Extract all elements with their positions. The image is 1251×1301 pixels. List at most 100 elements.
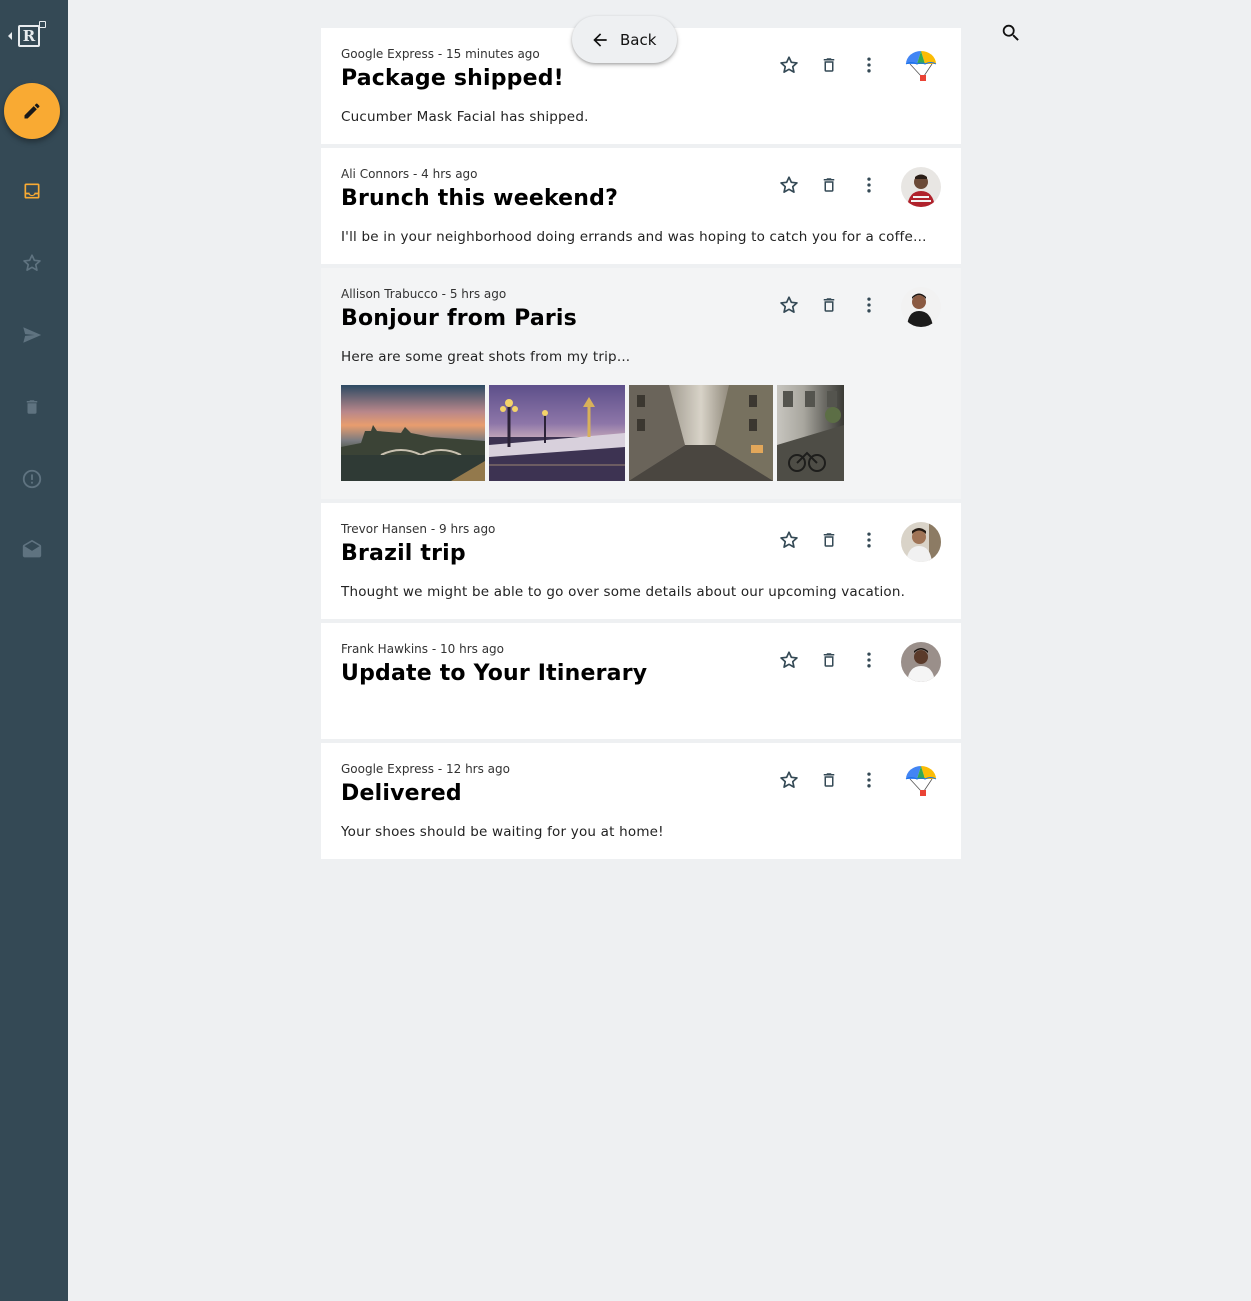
person-avatar-icon xyxy=(901,167,941,207)
email-sender: Ali Connors xyxy=(341,167,410,181)
more-options-button[interactable] xyxy=(857,173,881,197)
photo-gallery xyxy=(341,385,941,481)
photo-thumbnail[interactable] xyxy=(777,385,844,481)
more-options-button[interactable] xyxy=(857,528,881,552)
photo-thumbnail[interactable] xyxy=(629,385,773,481)
person-avatar-icon xyxy=(901,522,941,562)
star-button[interactable] xyxy=(777,53,801,77)
logo-icon: R xyxy=(18,21,46,47)
email-preview: I'll be in your neighborhood doing erran… xyxy=(341,229,931,245)
star-button[interactable] xyxy=(777,648,801,672)
star-button[interactable] xyxy=(777,293,801,317)
email-preview: Cucumber Mask Facial has shipped. xyxy=(341,109,589,125)
person-avatar-icon xyxy=(901,642,941,682)
more-vertical-icon xyxy=(867,297,871,313)
email-item[interactable]: Ali Connors - 4 hrs ago Brunch this week… xyxy=(321,148,961,264)
delete-button[interactable] xyxy=(817,53,841,77)
star-outline-icon xyxy=(780,771,798,788)
nav-item-drafts[interactable] xyxy=(16,534,48,566)
email-preview xyxy=(341,703,931,721)
more-vertical-icon xyxy=(867,177,871,193)
more-vertical-icon xyxy=(867,532,871,548)
avatar xyxy=(901,642,941,682)
photo-bridge-lamps xyxy=(489,397,625,481)
more-options-button[interactable] xyxy=(857,293,881,317)
trash-icon xyxy=(823,773,835,787)
photo-bicycle-steps xyxy=(777,391,844,481)
avatar xyxy=(901,522,941,562)
more-vertical-icon xyxy=(867,652,871,668)
star-button[interactable] xyxy=(777,768,801,792)
more-options-button[interactable] xyxy=(857,768,881,792)
search-icon xyxy=(1002,24,1019,41)
email-preview: Here are some great shots from my trip..… xyxy=(341,349,631,365)
nav-item-inbox[interactable] xyxy=(16,175,48,207)
star-outline-icon xyxy=(780,176,798,193)
photo-thumbnail[interactable] xyxy=(341,385,485,481)
email-actions xyxy=(777,53,897,77)
photo-bridge-sunset xyxy=(341,425,485,481)
email-item[interactable]: Google Express - 12 hrs ago Delivered Yo… xyxy=(321,743,961,859)
email-sender: Frank Hawkins xyxy=(341,642,429,656)
more-options-button[interactable] xyxy=(857,648,881,672)
delete-button[interactable] xyxy=(817,648,841,672)
star-outline-icon xyxy=(780,531,798,548)
email-item[interactable]: Allison Trabucco - 5 hrs ago Bonjour fro… xyxy=(321,268,961,499)
email-time: 10 hrs ago xyxy=(440,642,505,656)
email-actions xyxy=(777,528,897,552)
avatar xyxy=(901,47,941,87)
meta-separator: - xyxy=(430,522,440,536)
arrow-left-icon xyxy=(593,32,607,47)
navigation-rail: R xyxy=(0,0,68,1301)
email-list: Google Express - 15 minutes ago Package … xyxy=(321,28,961,863)
back-button[interactable]: Back xyxy=(572,16,677,63)
drafts-icon xyxy=(22,539,42,558)
star-outline-icon xyxy=(780,651,798,668)
email-actions xyxy=(777,648,897,672)
email-time: 4 hrs ago xyxy=(421,167,478,181)
app-logo-button[interactable]: R xyxy=(6,20,56,52)
email-actions xyxy=(777,768,897,792)
trash-icon xyxy=(823,298,835,312)
email-preview: Your shoes should be waiting for you at … xyxy=(341,824,664,840)
meta-separator: - xyxy=(437,47,446,61)
more-options-button[interactable] xyxy=(857,53,881,77)
meta-separator: - xyxy=(437,762,446,776)
email-item[interactable]: Frank Hawkins - 10 hrs ago Update to You… xyxy=(321,623,961,739)
email-sender: Google Express xyxy=(341,762,434,776)
meta-separator: - xyxy=(431,642,441,656)
nav-item-trash[interactable] xyxy=(16,391,48,423)
email-item[interactable]: Trevor Hansen - 9 hrs ago Brazil trip Th… xyxy=(321,503,961,619)
star-button[interactable] xyxy=(777,173,801,197)
star-outline-icon xyxy=(23,254,41,271)
nav-item-sent[interactable] xyxy=(16,319,48,351)
trash-icon xyxy=(823,653,835,667)
meta-separator: - xyxy=(441,287,450,301)
alert-circle-icon xyxy=(22,469,42,489)
email-sender: Google Express xyxy=(341,47,434,61)
email-sender: Allison Trabucco xyxy=(341,287,438,301)
send-icon xyxy=(23,327,42,343)
avatar xyxy=(901,167,941,207)
google-express-logo-icon xyxy=(901,47,941,87)
email-sender: Trevor Hansen xyxy=(341,522,428,536)
email-actions xyxy=(777,173,897,197)
delete-button[interactable] xyxy=(817,293,841,317)
trash-icon xyxy=(26,400,38,414)
more-vertical-icon xyxy=(867,57,871,73)
star-button[interactable] xyxy=(777,528,801,552)
search-button[interactable] xyxy=(996,18,1026,48)
star-outline-icon xyxy=(780,296,798,313)
trash-icon xyxy=(823,178,835,192)
compose-button[interactable] xyxy=(4,83,60,139)
nav-item-starred[interactable] xyxy=(16,247,48,279)
delete-button[interactable] xyxy=(817,173,841,197)
avatar xyxy=(901,287,941,327)
inbox-icon xyxy=(24,183,40,199)
delete-button[interactable] xyxy=(817,768,841,792)
email-time: 12 hrs ago xyxy=(445,762,510,776)
photo-thumbnail[interactable] xyxy=(489,385,625,481)
delete-button[interactable] xyxy=(817,528,841,552)
email-time: 15 minutes ago xyxy=(445,47,540,61)
nav-item-spam[interactable] xyxy=(16,463,48,495)
